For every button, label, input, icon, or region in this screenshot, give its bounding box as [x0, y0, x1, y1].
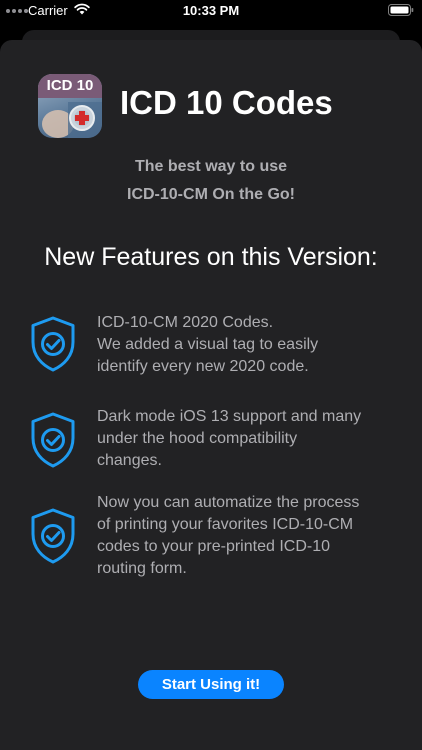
stethoscope-icon	[42, 102, 102, 138]
feature-line: changes.	[97, 452, 162, 469]
feature-line: of printing your favorites ICD-10-CM	[97, 516, 354, 533]
tagline-line-1: The best way to use	[134, 158, 288, 175]
feature-description: Dark mode iOS 13 support and many under …	[97, 406, 402, 472]
battery-icon	[388, 4, 414, 16]
feature-line: We added a visual tag to easily	[97, 336, 319, 353]
shield-check-icon	[31, 316, 75, 372]
shield-check-icon	[31, 508, 75, 564]
feature-line: under the hood compatibility	[97, 430, 298, 447]
status-time: 10:33 PM	[182, 3, 240, 18]
feature-line: identify every new 2020 code.	[97, 358, 309, 375]
feature-line: Dark mode iOS 13 support and many	[97, 408, 362, 425]
app-icon-label: ICD 10	[38, 74, 102, 98]
feature-line: Now you can automatize the process	[97, 494, 360, 511]
tagline-line-2: ICD-10-CM On the Go!	[127, 186, 295, 203]
features-heading: New Features on this Version:	[44, 243, 378, 271]
feature-line: ICD-10-CM 2020 Codes.	[97, 314, 274, 331]
app-icon: ICD 10	[38, 74, 102, 138]
feature-description: ICD-10-CM 2020 Codes. We added a visual …	[97, 312, 402, 378]
feature-line: routing form.	[97, 560, 187, 577]
modal-sheet	[0, 40, 422, 750]
app-title: ICD 10 Codes	[120, 84, 333, 121]
whats-new-screen: Carrier 10:33 PM ICD 10 ICD 10 Codes The…	[0, 0, 422, 750]
shield-check-icon	[31, 412, 75, 468]
status-bar: Carrier 10:33 PM	[0, 0, 422, 22]
feature-description: Now you can automatize the process of pr…	[97, 492, 402, 580]
feature-line: codes to your pre-printed ICD-10	[97, 538, 330, 555]
start-using-button[interactable]: Start Using it!	[138, 670, 284, 699]
